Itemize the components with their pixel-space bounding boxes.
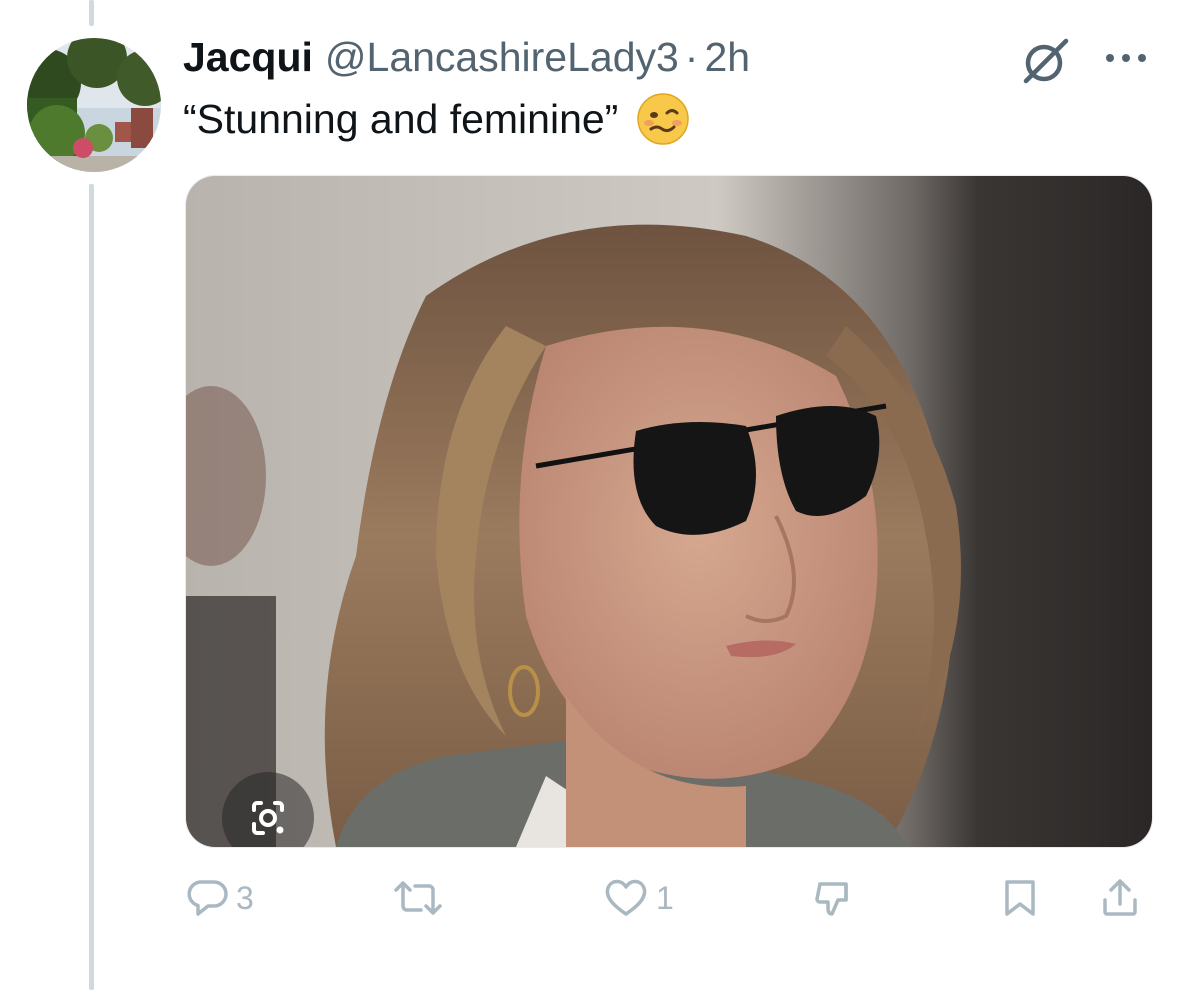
avatar[interactable] [27,38,161,172]
tweet-text-content: “Stunning and feminine” [183,95,619,142]
tweet-text: “Stunning and feminine” [183,92,690,146]
dislike-icon [810,876,858,920]
user-handle[interactable]: @LancashireLady3 [325,34,679,81]
heart-icon [602,876,650,920]
bookmark-icon [998,876,1042,920]
retweet-icon [390,876,446,920]
thread-line-top [89,0,94,26]
separator-dot: · [684,34,699,80]
woozy-face-emoji [636,92,690,146]
display-name[interactable]: Jacqui [183,34,313,81]
tweet-page: Jacqui @LancashireLady3 · 2h “Stunning a… [0,0,1179,996]
bookmark-button[interactable] [998,868,1042,928]
like-button[interactable]: 1 [602,868,674,928]
like-count: 1 [656,879,674,916]
retweet-button[interactable] [390,868,452,928]
timestamp[interactable]: 2h [704,34,750,81]
tweet-media-image[interactable] [185,175,1153,848]
reply-count: 3 [236,879,254,916]
tweet-action-bar: 3 1 [0,868,1179,928]
share-icon [1098,876,1142,920]
share-button[interactable] [1098,868,1142,928]
dislike-button[interactable] [810,868,858,928]
reply-icon [186,876,230,920]
grok-icon[interactable] [1018,36,1074,86]
more-icon[interactable] [1103,48,1149,68]
tweet-header: Jacqui @LancashireLady3 · 2h [183,34,750,90]
reply-button[interactable]: 3 [186,868,254,928]
